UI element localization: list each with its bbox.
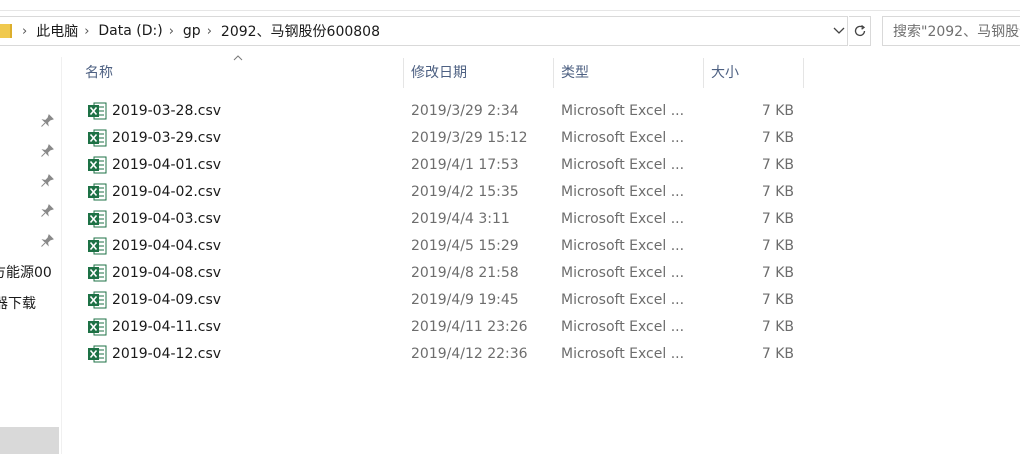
file-row[interactable]: 2019-04-09.csv 2019/4/9 19:45 Microsoft … [80, 287, 802, 313]
file-size: 7 KB [761, 292, 794, 308]
excel-csv-file-icon [88, 210, 107, 228]
excel-csv-file-icon [88, 102, 107, 120]
file-name: 2019-04-12.csv [112, 346, 222, 362]
excel-csv-file-icon [88, 129, 107, 147]
file-row[interactable]: 2019-04-12.csv 2019/4/12 22:36 Microsoft… [80, 341, 802, 367]
file-row[interactable]: 2019-04-02.csv 2019/4/2 15:35 Microsoft … [80, 179, 802, 205]
file-name: 2019-04-03.csv [112, 211, 222, 227]
excel-csv-file-icon [88, 183, 107, 201]
file-type: Microsoft Excel ... [561, 265, 685, 281]
file-row[interactable]: 2019-04-11.csv 2019/4/11 23:26 Microsoft… [80, 314, 802, 340]
file-modified-date: 2019/4/5 15:29 [411, 238, 519, 254]
column-header-size[interactable]: 大小 [703, 58, 803, 88]
file-size: 7 KB [761, 211, 794, 227]
file-size: 7 KB [761, 265, 794, 281]
column-header-date[interactable]: 修改日期 [403, 58, 553, 88]
file-type: Microsoft Excel ... [561, 184, 685, 200]
file-modified-date: 2019/4/11 23:26 [411, 319, 528, 335]
file-name: 2019-03-28.csv [112, 103, 222, 119]
excel-csv-file-icon [88, 156, 107, 174]
file-modified-date: 2019/4/8 21:58 [411, 265, 519, 281]
column-header-name[interactable]: 名称 [77, 58, 403, 88]
file-row[interactable]: 2019-03-29.csv 2019/3/29 15:12 Microsoft… [80, 125, 802, 151]
file-type: Microsoft Excel ... [561, 238, 685, 254]
file-type: Microsoft Excel ... [561, 319, 685, 335]
nav-item-energy-folder[interactable]: 方能源00 [0, 262, 52, 282]
ribbon-bottom-edge [0, 0, 1020, 11]
file-type: Microsoft Excel ... [561, 103, 685, 119]
file-size: 7 KB [761, 346, 794, 362]
file-row[interactable]: 2019-04-01.csv 2019/4/1 17:53 Microsoft … [80, 152, 802, 178]
file-size: 7 KB [761, 103, 794, 119]
file-name: 2019-04-01.csv [112, 157, 222, 173]
file-type: Microsoft Excel ... [561, 157, 685, 173]
file-name: 2019-04-02.csv [112, 184, 222, 200]
excel-csv-file-icon [88, 318, 107, 336]
address-bar[interactable]: › 此电脑 › Data (D:) › gp › 2092、马钢股份600808 [0, 16, 848, 46]
breadcrumb-gp[interactable]: gp [183, 23, 201, 39]
pin-icon[interactable] [40, 234, 54, 248]
file-modified-date: 2019/4/4 3:11 [411, 211, 510, 227]
refresh-icon [854, 24, 865, 37]
file-name: 2019-04-11.csv [112, 319, 222, 335]
breadcrumb: › 此电脑 › Data (D:) › gp › 2092、马钢股份600808 [16, 17, 380, 45]
pin-icon[interactable] [40, 204, 54, 218]
file-modified-date: 2019/4/1 17:53 [411, 157, 519, 173]
file-row[interactable]: 2019-03-28.csv 2019/3/29 2:34 Microsoft … [80, 98, 802, 124]
file-modified-date: 2019/3/29 15:12 [411, 130, 528, 146]
excel-csv-file-icon [88, 264, 107, 282]
file-name: 2019-04-08.csv [112, 265, 222, 281]
folder-icon [0, 24, 12, 38]
file-name: 2019-03-29.csv [112, 130, 222, 146]
column-divider[interactable] [803, 58, 804, 88]
pin-icon[interactable] [40, 114, 54, 128]
file-row[interactable]: 2019-04-08.csv 2019/4/8 21:58 Microsoft … [80, 260, 802, 286]
file-type: Microsoft Excel ... [561, 211, 685, 227]
file-name: 2019-04-04.csv [112, 238, 222, 254]
refresh-button[interactable] [849, 16, 871, 46]
file-type: Microsoft Excel ... [561, 292, 685, 308]
file-type: Microsoft Excel ... [561, 130, 685, 146]
chevron-right-icon[interactable]: › [169, 24, 174, 39]
file-size: 7 KB [761, 130, 794, 146]
chevron-right-icon[interactable]: › [22, 24, 27, 39]
file-size: 7 KB [761, 157, 794, 173]
nav-item-downloads[interactable]: 器下载 [0, 293, 36, 313]
search-input[interactable]: 搜索"2092、马钢股份600808" [882, 16, 1020, 46]
file-row[interactable]: 2019-04-04.csv 2019/4/5 15:29 Microsoft … [80, 233, 802, 259]
file-modified-date: 2019/4/12 22:36 [411, 346, 528, 362]
file-row[interactable]: 2019-04-03.csv 2019/4/4 3:11 Microsoft E… [80, 206, 802, 232]
nav-selected-item[interactable] [0, 427, 59, 454]
file-size: 7 KB [761, 319, 794, 335]
pin-icon[interactable] [40, 174, 54, 188]
chevron-right-icon[interactable]: › [207, 24, 212, 39]
excel-csv-file-icon [88, 237, 107, 255]
breadcrumb-this-pc[interactable]: 此电脑 [36, 21, 78, 41]
file-modified-date: 2019/3/29 2:34 [411, 103, 519, 119]
chevron-right-icon[interactable]: › [84, 24, 89, 39]
navigation-pane: 方能源00 器下载 [0, 57, 62, 454]
file-modified-date: 2019/4/9 19:45 [411, 292, 519, 308]
file-size: 7 KB [761, 238, 794, 254]
file-modified-date: 2019/4/2 15:35 [411, 184, 519, 200]
chevron-down-icon [833, 27, 845, 34]
breadcrumb-current-folder[interactable]: 2092、马钢股份600808 [221, 21, 380, 41]
file-size: 7 KB [761, 184, 794, 200]
breadcrumb-drive-d[interactable]: Data (D:) [98, 23, 162, 39]
excel-csv-file-icon [88, 345, 107, 363]
pin-icon[interactable] [40, 144, 54, 158]
excel-csv-file-icon [88, 291, 107, 309]
file-name: 2019-04-09.csv [112, 292, 222, 308]
address-history-dropdown[interactable] [830, 16, 848, 46]
column-header-type[interactable]: 类型 [553, 58, 703, 88]
file-type: Microsoft Excel ... [561, 346, 685, 362]
